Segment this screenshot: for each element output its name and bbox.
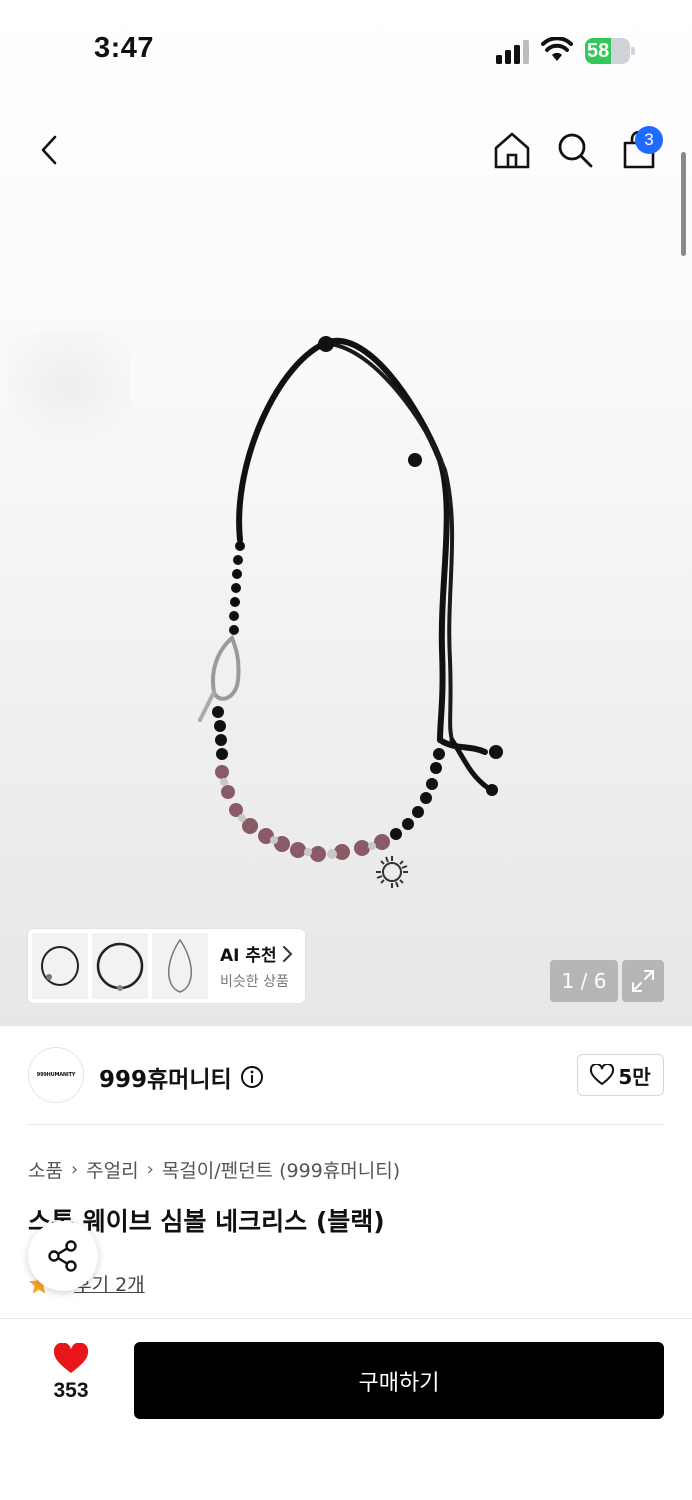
brand-like-button[interactable]: 5만 xyxy=(577,1054,664,1096)
expand-image-button[interactable] xyxy=(622,960,664,1002)
battery-charging-icon: 58 xyxy=(585,38,635,64)
scrollbar[interactable] xyxy=(681,152,686,256)
image-background-smudge xyxy=(8,330,130,442)
product-image-area[interactable]: 3:47 58 3 AI 추천 비슷한 상품 1 / 6 xyxy=(0,0,692,1026)
home-button[interactable] xyxy=(490,128,534,172)
wifi-icon xyxy=(541,37,573,61)
recommend-thumbnail[interactable] xyxy=(152,933,208,999)
cellular-signal-icon xyxy=(496,40,529,64)
ai-recommend-card[interactable]: AI 추천 비슷한 상품 xyxy=(28,929,305,1003)
ai-recommend-subtitle: 비슷한 상품 xyxy=(220,974,289,990)
divider xyxy=(28,1124,664,1125)
image-pager: 1 / 6 xyxy=(550,960,618,1002)
breadcrumb-item[interactable]: 소품 xyxy=(28,1156,63,1183)
status-time: 3:47 xyxy=(94,32,155,64)
breadcrumb-item[interactable]: 목걸이/펜던트 (999휴머니티) xyxy=(162,1156,400,1183)
buy-button[interactable]: 구매하기 xyxy=(134,1342,664,1419)
battery-percent: 58 xyxy=(587,40,610,62)
share-button[interactable] xyxy=(28,1221,98,1291)
breadcrumb: 소품 › 주얼리 › 목걸이/펜던트 (999휴머니티) xyxy=(28,1156,400,1183)
share-icon xyxy=(48,1240,77,1272)
chevron-left-icon xyxy=(41,135,57,165)
recommend-thumbnail[interactable] xyxy=(92,933,148,999)
recommend-thumbnail[interactable] xyxy=(32,933,88,999)
status-bar: 3:47 58 xyxy=(0,0,692,100)
heart-filled-icon xyxy=(53,1343,89,1373)
brand-logo[interactable]: 999HUMANITY xyxy=(28,1047,84,1103)
brand-like-count: 5만 xyxy=(618,1064,651,1089)
ai-recommend-title[interactable]: AI 추천 xyxy=(220,941,293,966)
necklace-product-image[interactable] xyxy=(170,320,530,900)
back-button[interactable] xyxy=(28,128,72,172)
breadcrumb-item[interactable]: 주얼리 xyxy=(86,1156,138,1183)
expand-icon xyxy=(632,970,654,992)
search-button[interactable] xyxy=(553,128,597,172)
chevron-right-icon: › xyxy=(146,1159,154,1180)
chevron-right-icon xyxy=(282,945,293,962)
home-icon xyxy=(494,132,530,169)
info-icon[interactable] xyxy=(240,1065,264,1089)
chevron-right-icon: › xyxy=(70,1159,79,1180)
cart-count-badge: 3 xyxy=(635,126,663,154)
heart-outline-icon xyxy=(590,1064,615,1085)
brand-name-link[interactable]: 999휴머니티 xyxy=(99,1060,264,1094)
wishlist-button[interactable]: 353 xyxy=(36,1343,106,1413)
wishlist-count: 353 xyxy=(53,1379,89,1402)
search-icon xyxy=(558,133,593,168)
